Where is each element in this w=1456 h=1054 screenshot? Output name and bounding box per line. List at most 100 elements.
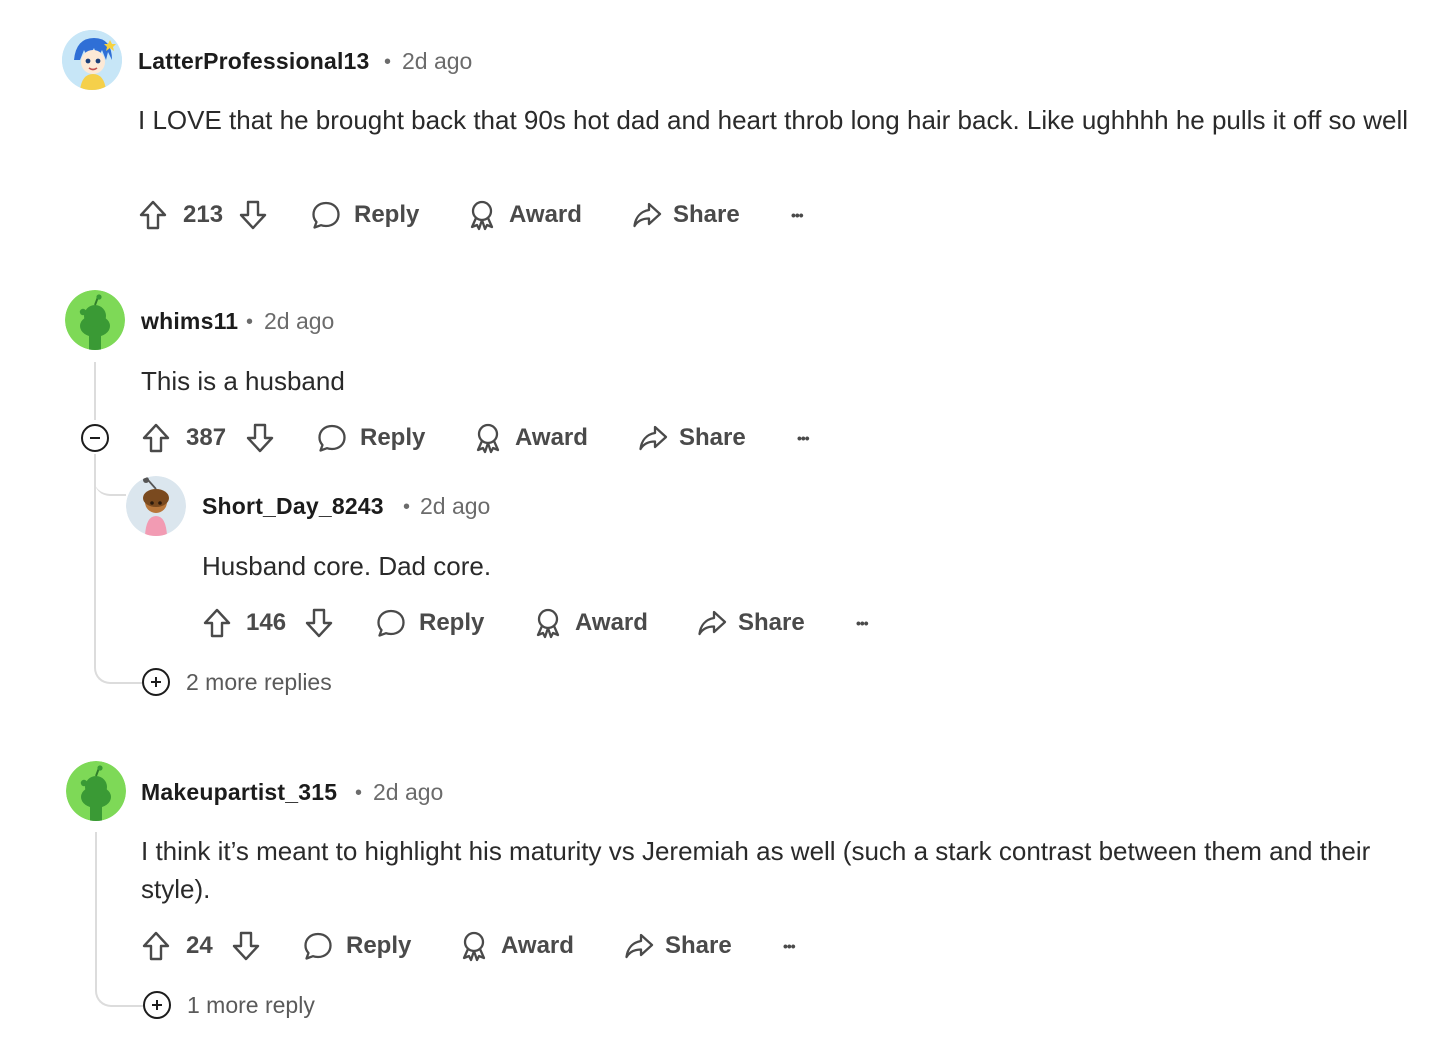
more-replies-label: 2 more replies <box>186 668 332 695</box>
reply-icon <box>318 424 346 452</box>
reply-label: Reply <box>354 201 420 228</box>
vote-count: 146 <box>246 609 287 636</box>
share-icon <box>639 425 668 451</box>
expand-icon <box>151 677 161 687</box>
snoo-avatar-icon <box>66 761 126 821</box>
award-icon <box>470 200 494 231</box>
comment-body: Husband core. Dad core. <box>202 551 492 581</box>
comment-time[interactable]: 2d ago <box>402 48 472 75</box>
downvote-icon <box>232 931 260 961</box>
comment-author[interactable]: Short_Day_8243 <box>202 493 384 520</box>
comment-time[interactable]: 2d ago <box>264 308 334 335</box>
thread-branch <box>95 832 145 1007</box>
upvote-button[interactable] <box>138 195 168 235</box>
comment-time[interactable]: 2d ago <box>373 779 443 806</box>
upvote-icon <box>142 423 170 453</box>
award-label: Award <box>501 932 574 959</box>
more-options-button[interactable]: ••• <box>791 195 804 235</box>
comment-author[interactable]: Makeupartist_315 <box>141 779 337 806</box>
comment-time[interactable]: 2d ago <box>420 493 490 520</box>
reply-icon <box>377 609 405 637</box>
award-button[interactable]: Award <box>473 418 588 458</box>
upvote-icon <box>142 931 170 961</box>
reply-label: Reply <box>346 932 412 959</box>
share-icon <box>633 202 662 228</box>
downvote-button[interactable] <box>304 603 334 643</box>
share-button[interactable]: Share <box>637 418 746 458</box>
reply-label: Reply <box>360 424 426 451</box>
share-label: Share <box>673 201 740 228</box>
reply-icon <box>304 932 332 960</box>
downvote-button[interactable] <box>245 418 275 458</box>
separator-dot: • <box>246 311 254 333</box>
award-label: Award <box>509 201 582 228</box>
more-options-button[interactable]: ••• <box>797 418 810 458</box>
comment-author[interactable]: LatterProfessional13 <box>138 48 370 75</box>
comment-body: I think it’s meant to highlight his matu… <box>141 836 1371 904</box>
comment-actions: 387 Reply Award Share ••• <box>141 418 841 458</box>
upvote-button[interactable] <box>141 418 171 458</box>
avatar[interactable] <box>126 476 186 536</box>
thread-line[interactable] <box>94 454 96 534</box>
upvote-icon <box>139 200 167 230</box>
comment-actions: 24 Reply Award Share ••• <box>141 926 841 966</box>
share-label: Share <box>679 424 746 451</box>
award-button[interactable]: Award <box>467 195 582 235</box>
comment-actions: 213 Reply Award Share ••• <box>138 195 838 235</box>
downvote-icon <box>239 200 267 230</box>
vote-count: 213 <box>183 201 224 228</box>
avatar[interactable] <box>65 290 125 350</box>
share-button[interactable]: Share <box>696 603 805 643</box>
share-label: Share <box>738 609 805 636</box>
expand-thread-button[interactable] <box>142 668 170 696</box>
expand-icon <box>152 1000 162 1010</box>
award-button[interactable]: Award <box>459 926 574 966</box>
award-icon <box>476 423 500 454</box>
comment-body: This is a husband <box>141 366 345 396</box>
more-options-icon: ••• <box>797 430 810 446</box>
avatar[interactable] <box>66 761 126 821</box>
share-button[interactable]: Share <box>623 926 732 966</box>
separator-dot: • <box>403 496 411 518</box>
collapse-thread-button[interactable] <box>81 424 109 452</box>
comment-actions: 146 Reply Award Share ••• <box>202 603 902 643</box>
more-replies-button[interactable]: 1 more reply <box>143 991 315 1019</box>
separator-dot: • <box>384 51 392 73</box>
reply-button[interactable]: Reply <box>310 195 419 235</box>
downvote-button[interactable] <box>238 195 268 235</box>
reply-label: Reply <box>419 609 485 636</box>
comment-body: I LOVE that he brought back that 90s hot… <box>138 105 1409 135</box>
downvote-icon <box>246 423 274 453</box>
more-options-icon: ••• <box>783 938 796 954</box>
avatar[interactable] <box>62 30 122 90</box>
comment-author[interactable]: whims11 <box>141 308 238 335</box>
reply-button[interactable]: Reply <box>302 926 411 966</box>
more-options-icon: ••• <box>791 207 804 223</box>
share-button[interactable]: Share <box>631 195 740 235</box>
share-icon <box>625 933 654 959</box>
more-replies-label: 1 more reply <box>187 991 315 1018</box>
expand-thread-button[interactable] <box>143 991 171 1019</box>
vote-count: 24 <box>186 932 213 959</box>
award-button[interactable]: Award <box>533 603 648 643</box>
award-icon <box>462 931 486 962</box>
more-options-button[interactable]: ••• <box>856 603 869 643</box>
reply-button[interactable]: Reply <box>375 603 484 643</box>
upvote-icon <box>203 608 231 638</box>
thread-line[interactable] <box>94 362 96 420</box>
upvote-button[interactable] <box>202 603 232 643</box>
vote-count: 387 <box>186 424 227 451</box>
more-replies-button[interactable]: 2 more replies <box>142 668 332 696</box>
snoo-avatar-icon <box>65 290 125 350</box>
downvote-icon <box>305 608 333 638</box>
anime-avatar-icon <box>62 30 122 90</box>
separator-dot: • <box>355 782 363 804</box>
reply-button[interactable]: Reply <box>316 418 425 458</box>
share-icon <box>698 610 727 636</box>
downvote-button[interactable] <box>231 926 261 966</box>
collapse-icon <box>90 437 100 439</box>
reply-icon <box>312 201 340 229</box>
more-options-button[interactable]: ••• <box>783 926 796 966</box>
thread-branch <box>94 470 126 496</box>
upvote-button[interactable] <box>141 926 171 966</box>
